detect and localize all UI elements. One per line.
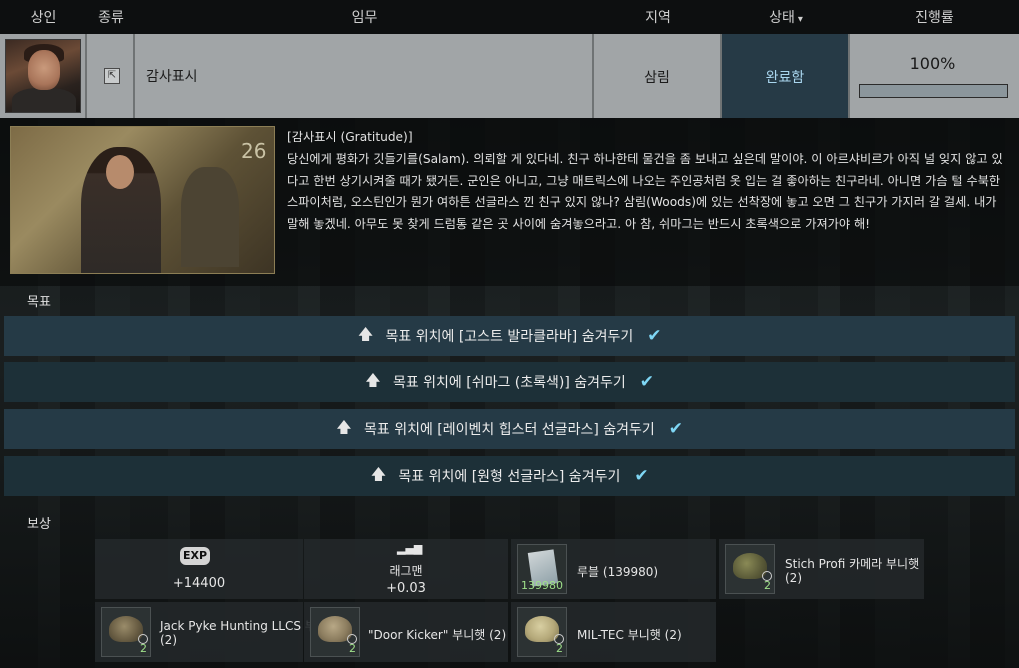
item-name: Stich Profi 카메라 부니햇 [785, 557, 920, 571]
reward-exp: EXP +14400 [95, 539, 303, 599]
header-task[interactable]: 임무 [135, 0, 594, 34]
item-thumbnail: 2 [310, 607, 360, 657]
exp-icon: EXP [180, 547, 210, 565]
reward-item[interactable]: 2 "Door Kicker" 부니햇 (2) [304, 602, 508, 662]
objective-text: 목표 위치에 [원형 선글라스] 숨겨두기 [398, 469, 621, 485]
progress-cell: 100% [850, 34, 1019, 118]
reward-money-name: 루블 (139980) [577, 565, 659, 579]
quest-illustration: 26 [10, 126, 275, 274]
up-arrow-icon: 🡅 [336, 417, 352, 436]
header-status-label: 상태 [769, 10, 795, 26]
objective-text: 목표 위치에 [레이벤치 힙스터 선글라스] 숨겨두기 [363, 422, 655, 438]
description-body: 당신에게 평화가 깃들기를(Salam). 의뢰할 게 있다네. 친구 하나한테… [287, 151, 1003, 232]
item-name: "Door Kicker" 부니햇 (2) [368, 626, 506, 643]
reward-reputation-value: +0.03 [386, 581, 426, 596]
checkmark-icon: ✔ [634, 466, 649, 486]
trader-avatar [5, 39, 81, 113]
checkmark-icon: ✔ [647, 326, 662, 346]
progress-bar [859, 84, 1008, 98]
item-name: MIL-TEC 부니햇 (2) [577, 626, 682, 643]
reward-exp-value: +14400 [172, 576, 226, 591]
item-count: 2 [140, 642, 147, 655]
up-arrow-icon: 🡅 [365, 370, 381, 389]
reward-item[interactable]: 2 Stich Profi 카메라 부니햇 (2) [719, 539, 924, 599]
quest-description: [감사표시 (Gratitude)] 당신에게 평화가 깃들기를(Salam).… [287, 127, 1005, 236]
objective-item: 🡅 목표 위치에 [고스트 발라클라바] 숨겨두기 ✔ [4, 316, 1015, 356]
table-header: 상인 종류 임무 지역 상태 ▾ 진행률 [0, 0, 1019, 34]
item-name-text: MIL-TEC 부니햇 [577, 628, 661, 642]
objective-item: 🡅 목표 위치에 [쉬마그 (초록색)] 숨겨두기 ✔ [4, 362, 1015, 402]
rewards-label: 보상 [27, 517, 51, 532]
header-progress[interactable]: 진행률 [850, 0, 1019, 34]
trader-cell [0, 34, 87, 118]
item-qty: (2) [785, 571, 802, 585]
header-type[interactable]: 종류 [87, 0, 135, 34]
up-arrow-icon: 🡅 [370, 464, 387, 483]
location-cell: 삼림 [594, 34, 722, 118]
progress-fill [860, 85, 1007, 97]
item-qty: (2) [160, 633, 177, 647]
item-name-text: "Door Kicker" 부니햇 [368, 628, 486, 642]
quest-status: 완료함 [765, 70, 805, 86]
item-count: 2 [556, 642, 563, 655]
quest-row[interactable]: ⇱ 감사표시 삼림 완료함 100% [0, 34, 1019, 118]
progress-text: 100% [909, 54, 956, 73]
objective-item: 🡅 목표 위치에 [원형 선글라스] 숨겨두기 ✔ [4, 456, 1015, 496]
money-count: 139980 [521, 579, 563, 592]
item-qty: (2) [489, 628, 507, 642]
objective-item: 🡅 목표 위치에 [레이벤치 힙스터 선글라스] 숨겨두기 ✔ [4, 409, 1015, 449]
quest-description-panel: 26 [감사표시 (Gratitude)] 당신에게 평화가 깃들기를(Sala… [0, 118, 1019, 286]
status-cell: 완료함 [722, 34, 850, 118]
objective-text: 목표 위치에 [쉬마그 (초록색)] 숨겨두기 [392, 375, 626, 391]
chevron-down-icon: ▾ [797, 14, 803, 25]
reward-item[interactable]: 2 Jack Pyke Hunting LLCS 부니햇 (2) [95, 602, 338, 662]
bar-growth-icon: ▂▄▆ [397, 542, 423, 555]
reward-reputation-trader: 래그맨 [389, 564, 423, 578]
reward-money[interactable]: 139980 루블 (139980) [511, 539, 716, 599]
description-title: [감사표시 (Gratitude)] [287, 130, 413, 144]
roubles-thumbnail: 139980 [517, 544, 567, 594]
reward-reputation: ▂▄▆ 래그맨 +0.03 [304, 539, 508, 599]
item-count: 2 [764, 579, 771, 592]
reward-item[interactable]: 2 MIL-TEC 부니햇 (2) [511, 602, 716, 662]
header-trader[interactable]: 상인 [0, 0, 87, 34]
item-qty: (2) [664, 628, 682, 642]
up-arrow-icon: 🡅 [357, 324, 374, 343]
type-cell: ⇱ [87, 34, 135, 118]
quest-location: 삼림 [644, 70, 670, 86]
item-thumbnail: 2 [101, 607, 151, 657]
quest-name: 감사표시 [146, 69, 198, 85]
checkmark-icon: ✔ [639, 372, 655, 392]
checkmark-icon: ✔ [668, 419, 684, 439]
item-thumbnail: 2 [725, 544, 775, 594]
objectives-label: 목표 [27, 295, 51, 310]
exit-icon: ⇱ [104, 68, 120, 84]
header-status[interactable]: 상태 ▾ [722, 0, 850, 34]
item-count: 2 [349, 642, 356, 655]
quest-name-cell: 감사표시 [135, 34, 594, 118]
item-thumbnail: 2 [517, 607, 567, 657]
header-location[interactable]: 지역 [594, 0, 722, 34]
objective-text: 목표 위치에 [고스트 발라클라바] 숨겨두기 [385, 329, 634, 345]
